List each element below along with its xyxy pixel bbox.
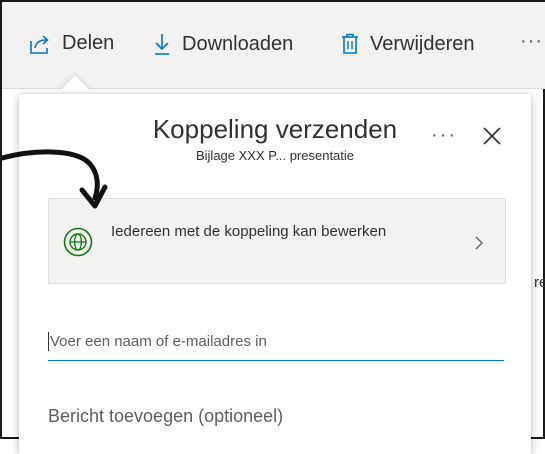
dialog-more-button[interactable]: ··· — [431, 124, 457, 147]
email-placeholder: Voer een naam of e-mailadres in — [50, 333, 267, 350]
download-icon — [152, 32, 172, 56]
text-caret — [48, 332, 49, 351]
trash-icon — [340, 32, 360, 56]
annotation-arrow-icon — [2, 149, 108, 209]
more-options-button[interactable]: ··· — [520, 30, 543, 53]
email-input[interactable]: Voer een naam of e-mailadres in — [48, 324, 504, 361]
share-icon — [28, 33, 52, 55]
globe-icon — [63, 227, 93, 262]
share-label: Delen — [62, 32, 115, 54]
close-icon — [481, 127, 503, 151]
message-input[interactable]: Bericht toevoegen (optioneel) — [48, 406, 283, 427]
link-permission-setting[interactable]: Iedereen met de koppeling kan bewerken — [48, 198, 506, 284]
command-bar: Delen Downloaden Verwijderen ··· — [2, 2, 545, 89]
delete-button[interactable]: Verwijderen — [340, 32, 475, 56]
background-partial-text: re — [534, 274, 545, 291]
close-button[interactable] — [481, 125, 503, 147]
download-button[interactable]: Downloaden — [152, 32, 293, 56]
chevron-right-icon — [473, 235, 485, 256]
delete-label: Verwijderen — [370, 32, 475, 55]
permission-text: Iedereen met de koppeling kan bewerken — [111, 223, 387, 240]
download-label: Downloaden — [182, 32, 294, 55]
share-button[interactable]: Delen — [28, 32, 114, 55]
